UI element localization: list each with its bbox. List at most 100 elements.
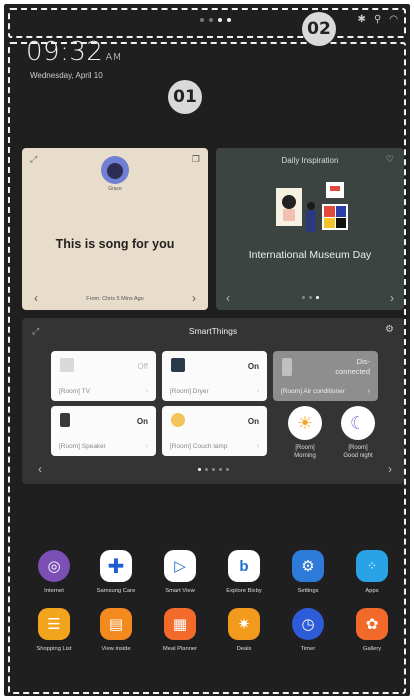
widget-page-indicator xyxy=(22,468,404,471)
page-dot-active xyxy=(218,18,222,22)
chevron-right-icon[interactable]: › xyxy=(390,291,394,305)
expand-icon[interactable]: ⤢ xyxy=(30,154,37,165)
device-name: [Room] Dryer xyxy=(170,388,209,395)
app-view-inside[interactable]: ▤ View inside xyxy=(80,608,152,652)
view-inside-icon: ▤ xyxy=(100,608,132,640)
app-explore-bixby[interactable]: b Explore Bixby xyxy=(208,550,280,594)
device-state: On xyxy=(247,362,259,371)
museum-illustration xyxy=(276,182,348,232)
sun-icon: ☀ xyxy=(288,406,322,440)
status-icons: ✱ ⚲ ◠ xyxy=(358,14,398,25)
heart-icon[interactable]: ♡ xyxy=(386,154,394,165)
device-tile-speaker[interactable]: On [Room] Speaker › xyxy=(51,406,156,456)
app-settings[interactable]: ⚙ Settings xyxy=(272,550,344,594)
chevron-right-icon: › xyxy=(145,443,148,450)
device-state: Off xyxy=(137,362,148,371)
page-dot xyxy=(209,18,213,22)
dryer-icon xyxy=(171,358,185,372)
card-title: Daily Inspiration xyxy=(281,156,339,165)
moon-icon: ☾ xyxy=(341,406,375,440)
callout-status: 02 xyxy=(302,12,336,46)
shopping-list-icon: ☰ xyxy=(38,608,70,640)
chevron-left-icon[interactable]: ‹ xyxy=(38,462,42,476)
gallery-icon: ✿ xyxy=(356,608,388,640)
app-label: Explore Bixby xyxy=(226,588,262,594)
music-message-card[interactable]: ⤢ ❐ Grace This is song for you From. Chr… xyxy=(22,148,208,310)
device-name: [Room] Couch lamp xyxy=(170,443,228,450)
app-timer[interactable]: ◷ Timer xyxy=(272,608,344,652)
device-name: [Room] Air conditioner xyxy=(281,388,345,395)
clock-time: 09:32 AM xyxy=(26,37,122,67)
smart-view-icon: ▷ xyxy=(164,550,196,582)
page-indicator xyxy=(200,18,231,22)
tv-icon xyxy=(60,358,74,372)
lamp-icon xyxy=(171,413,185,427)
app-label: View inside xyxy=(101,646,131,652)
widget-title: SmartThings xyxy=(188,326,238,336)
app-samsung-care[interactable]: ✚ Samsung Care xyxy=(80,550,152,594)
signal-icon: ⚲ xyxy=(373,14,382,25)
callout-main: 01 xyxy=(168,80,202,114)
speaker-icon xyxy=(60,413,70,427)
smartthings-widget: ⤢ SmartThings ⚙ Off [Room] TV › On [Room… xyxy=(22,318,404,484)
app-label: Gallery xyxy=(362,646,382,652)
apps-icon: ⁘ xyxy=(356,550,388,582)
app-label: Deals xyxy=(236,646,252,652)
avatar xyxy=(101,156,129,184)
device-state: On xyxy=(136,417,148,426)
app-label: Meal Planner xyxy=(162,646,198,652)
message-meta: From. Chris 5 Mins Ago xyxy=(86,296,144,302)
device-name: [Room] TV xyxy=(59,388,90,395)
chevron-right-icon[interactable]: › xyxy=(388,462,392,476)
app-label: Smart View xyxy=(165,588,195,594)
inspiration-subtitle: International Museum Day xyxy=(248,249,372,261)
app-smart-view[interactable]: ▷ Smart View xyxy=(144,550,216,594)
chevron-right-icon: › xyxy=(145,388,148,395)
chevron-right-icon[interactable]: › xyxy=(192,291,196,305)
device-tile-air-conditioner[interactable]: Dis- connected [Room] Air conditioner › xyxy=(273,351,378,401)
deals-icon: ✷ xyxy=(228,608,260,640)
device-tile-couch-lamp[interactable]: On [Room] Couch lamp › xyxy=(162,406,267,456)
copy-icon[interactable]: ❐ xyxy=(192,154,200,165)
device-state: On xyxy=(247,417,259,426)
timer-icon: ◷ xyxy=(292,608,324,640)
home-screen: ✱ ⚲ ◠ 09:32 AM Wednesday, April 10 ⤢ ❐ Gr… xyxy=(4,4,410,696)
chevron-right-icon: › xyxy=(367,388,370,395)
clock-date: Wednesday, April 10 xyxy=(30,71,103,80)
app-label: Samsung Care xyxy=(96,588,136,594)
wifi-icon: ◠ xyxy=(389,14,398,25)
sender-name: Grace xyxy=(108,186,122,192)
scene-label: [Room] Morning xyxy=(294,445,316,459)
app-deals[interactable]: ✷ Deals xyxy=(208,608,280,652)
device-name: [Room] Speaker xyxy=(59,443,106,450)
chevron-right-icon: › xyxy=(256,443,259,450)
page-dot xyxy=(227,18,231,22)
device-state: Dis- connected xyxy=(335,357,370,376)
chevron-left-icon[interactable]: ‹ xyxy=(226,291,230,305)
scene-label: [Room] Good night xyxy=(343,445,373,459)
daily-inspiration-card[interactable]: Daily Inspiration ♡ International Museum… xyxy=(216,148,404,310)
meal-planner-icon: ▦ xyxy=(164,608,196,640)
song-message: This is song for you xyxy=(55,237,175,251)
settings-icon: ⚙ xyxy=(292,550,324,582)
device-tile-tv[interactable]: Off [Room] TV › xyxy=(51,351,156,401)
internet-icon: ◎ xyxy=(38,550,70,582)
air-conditioner-icon xyxy=(282,358,292,376)
app-meal-planner[interactable]: ▦ Meal Planner xyxy=(144,608,216,652)
gear-icon[interactable]: ⚙ xyxy=(385,324,394,335)
app-label: Settings xyxy=(297,588,319,594)
scene-morning[interactable]: ☀ [Room] Morning xyxy=(280,406,330,460)
samsung-care-icon: ✚ xyxy=(100,550,132,582)
bluetooth-icon: ✱ xyxy=(357,14,366,25)
card-page-indicator xyxy=(216,296,404,299)
bixby-icon: b xyxy=(228,550,260,582)
app-label: Timer xyxy=(300,646,316,652)
device-tile-dryer[interactable]: On [Room] Dryer › xyxy=(162,351,267,401)
app-label: Apps xyxy=(365,588,379,594)
chevron-right-icon: › xyxy=(256,388,259,395)
app-gallery[interactable]: ✿ Gallery xyxy=(336,608,408,652)
chevron-left-icon[interactable]: ‹ xyxy=(34,291,38,305)
scene-good-night[interactable]: ☾ [Room] Good night xyxy=(333,406,383,460)
page-dot xyxy=(200,18,204,22)
app-apps[interactable]: ⁘ Apps xyxy=(336,550,408,594)
